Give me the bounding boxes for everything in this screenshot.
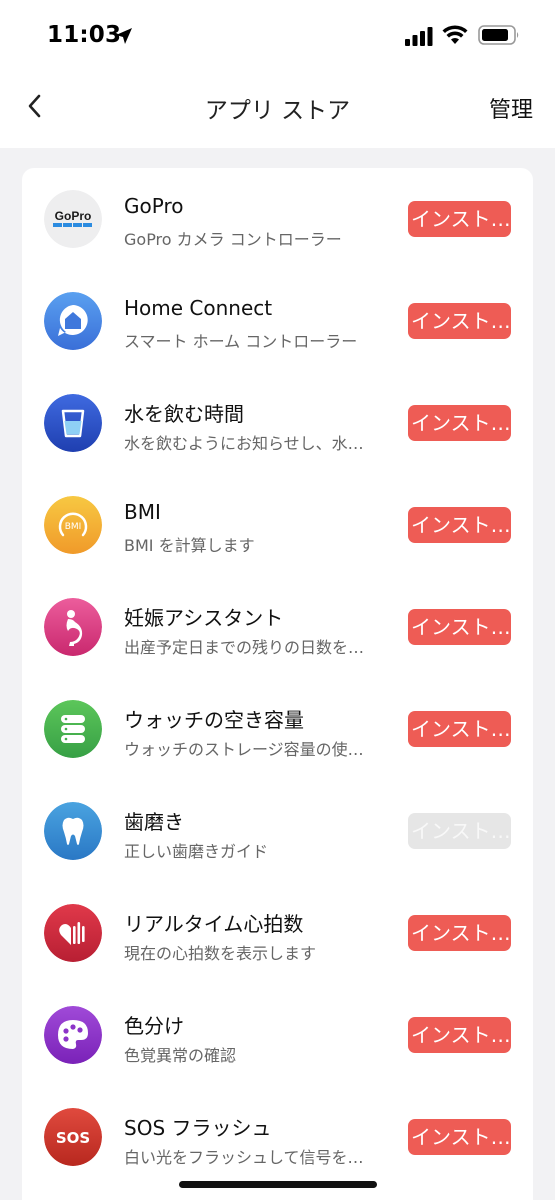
list-item[interactable]: Home Connect スマート ホーム コントローラー インスト… <box>22 270 533 372</box>
list-item[interactable]: 妊娠アシスタント 出産予定日までの残りの日数を… インスト… <box>22 576 533 678</box>
gopro-icon: GoPro <box>44 190 102 248</box>
list-item[interactable]: 色分け 色覚異常の確認 インスト… <box>22 984 533 1086</box>
app-description: 白い光をフラッシュして信号を… <box>124 1148 364 1167</box>
app-list: GoPro GoPro GoPro カメラ コントローラー インスト… Home… <box>22 168 533 1200</box>
home-indicator[interactable] <box>179 1181 377 1188</box>
install-button[interactable]: インスト… <box>408 201 511 237</box>
app-description: ウォッチのストレージ容量の使… <box>124 740 364 759</box>
app-name: 水を飲む時間 <box>124 402 244 426</box>
bmi-gauge-icon: BMI <box>44 496 102 554</box>
list-item[interactable]: 歯磨き 正しい歯磨きガイド インスト… <box>22 780 533 882</box>
app-name: ウォッチの空き容量 <box>124 708 304 732</box>
water-glass-icon <box>44 394 102 452</box>
gopro-logo-text: GoPro <box>55 209 92 223</box>
tooth-icon <box>44 802 102 860</box>
list-item[interactable]: ウォッチの空き容量 ウォッチのストレージ容量の使… インスト… <box>22 678 533 780</box>
install-button[interactable]: インスト… <box>408 609 511 645</box>
database-storage-icon <box>44 700 102 758</box>
install-button[interactable]: インスト… <box>408 303 511 339</box>
install-button[interactable]: インスト… <box>408 507 511 543</box>
install-button[interactable]: インスト… <box>408 1119 511 1155</box>
heart-rate-icon <box>44 904 102 962</box>
app-description: 色覚異常の確認 <box>124 1046 237 1065</box>
app-name: 妊娠アシスタント <box>124 606 284 630</box>
battery-icon <box>478 25 519 45</box>
install-button[interactable]: インスト… <box>408 1017 511 1053</box>
status-time: 11:03 <box>47 22 122 48</box>
app-name: 歯磨き <box>124 810 184 834</box>
app-description: 水を飲むようにお知らせし、水… <box>124 434 364 453</box>
list-item[interactable]: リアルタイム心拍数 現在の心拍数を表示します インスト… <box>22 882 533 984</box>
app-description: 正しい歯磨きガイド <box>124 842 269 861</box>
status-bar: 11:03 <box>0 0 555 72</box>
app-name: リアルタイム心拍数 <box>124 912 304 936</box>
manage-button[interactable]: 管理 <box>489 92 533 124</box>
top-area: 11:03 アプリ ストア 管理 <box>0 0 555 148</box>
home-connect-icon <box>44 292 102 350</box>
install-button[interactable]: インスト… <box>408 405 511 441</box>
app-name: 色分け <box>124 1014 184 1038</box>
palette-icon <box>44 1006 102 1064</box>
app-description: スマート ホーム コントローラー <box>124 332 358 351</box>
app-description: 出産予定日までの残りの日数を… <box>124 638 365 657</box>
wifi-icon <box>442 25 468 44</box>
app-description: 現在の心拍数を表示します <box>124 944 317 963</box>
sos-icon-text: SOS <box>56 1129 90 1147</box>
install-button-disabled: インスト… <box>408 813 511 849</box>
list-item[interactable]: 水を飲む時間 水を飲むようにお知らせし、水… インスト… <box>22 372 533 474</box>
app-name: SOS フラッシュ <box>124 1116 272 1140</box>
app-name: BMI <box>124 500 161 524</box>
bmi-icon-text: BMI <box>65 522 82 532</box>
app-description: BMI を計算します <box>124 536 255 555</box>
cellular-signal-icon <box>405 27 433 46</box>
install-button[interactable]: インスト… <box>408 711 511 747</box>
app-name: Home Connect <box>124 296 273 320</box>
pregnancy-icon <box>44 598 102 656</box>
page-title: アプリ ストア <box>204 98 351 124</box>
location-arrow-icon <box>116 28 132 44</box>
list-item[interactable]: SOS SOS フラッシュ 白い光をフラッシュして信号を… インスト… <box>22 1086 533 1188</box>
app-name: GoPro <box>124 194 184 218</box>
navigation-bar: アプリ ストア 管理 <box>0 72 555 144</box>
list-item[interactable]: BMI BMI BMI を計算します インスト… <box>22 474 533 576</box>
app-description: GoPro カメラ コントローラー <box>124 230 342 249</box>
list-item[interactable]: GoPro GoPro GoPro カメラ コントローラー インスト… <box>22 168 533 270</box>
sos-icon: SOS <box>44 1108 102 1166</box>
install-button[interactable]: インスト… <box>408 915 511 951</box>
